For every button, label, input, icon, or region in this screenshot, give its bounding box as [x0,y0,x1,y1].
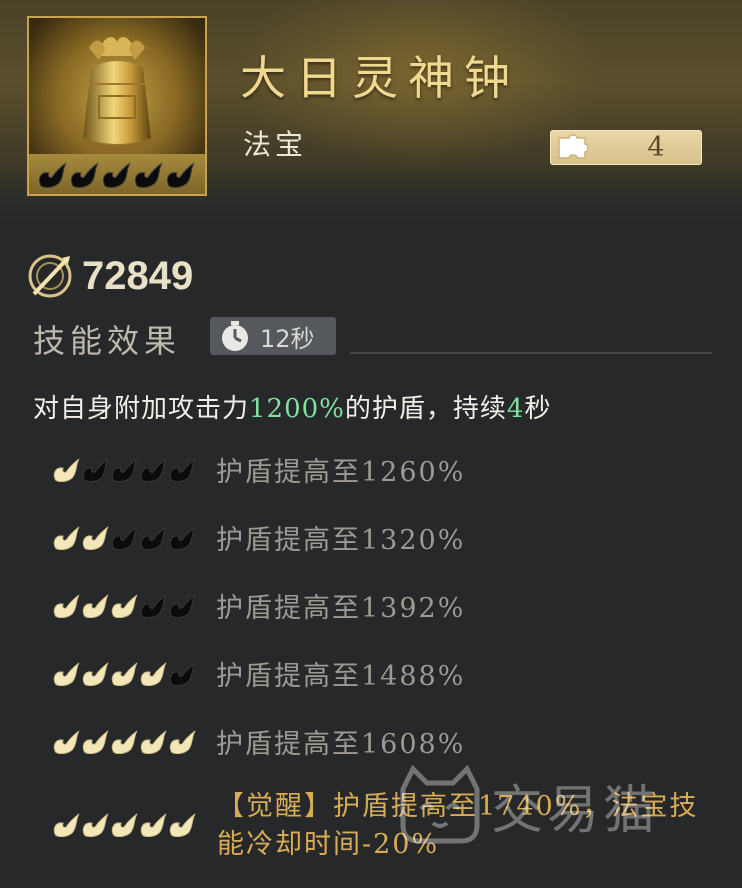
star-empty-icon [140,526,167,551]
star-filled-icon [111,662,138,687]
star-filled-icon [111,594,138,619]
skill-description: 对自身附加攻击力1200%的护盾，持续4秒 [33,388,551,425]
star-empty-icon [169,458,196,483]
star-filled-icon [169,730,196,755]
watermark: 交易猫 [395,765,659,845]
star-empty-icon [140,594,167,619]
upgrade-text: 护盾提高至1392% [216,593,466,624]
star-filled-icon [53,458,80,483]
star-empty-icon [102,162,131,188]
star-empty-icon [82,458,109,483]
upgrade-level-5: 护盾提高至1608% [52,722,465,761]
star-filled-icon [53,730,80,755]
star-filled-icon [169,813,196,838]
desc-shield-value: 1200% [249,394,345,424]
upgrade-text: 护盾提高至1608% [216,729,466,760]
star-rating [52,593,202,619]
skill-effect-label: 技能效果 [33,322,182,360]
item-type: 法宝 [243,128,308,161]
upgrade-level-3: 护盾提高至1392% [52,586,465,625]
star-empty-icon [38,162,67,188]
star-rating [52,729,202,755]
desc-part2: 的护盾，持续 [344,394,507,424]
awaken-star-rating [52,812,196,838]
desc-part1: 对自身附加攻击力 [33,394,250,424]
star-filled-icon [53,594,80,619]
star-filled-icon [140,730,167,755]
star-filled-icon [140,662,167,687]
star-empty-icon [111,526,138,551]
upgrade-text: 护盾提高至1260% [216,457,466,488]
star-empty-icon [140,458,167,483]
star-filled-icon [82,594,109,619]
star-rating [52,457,202,483]
star-filled-icon [111,813,138,838]
upgrade-level-1: 护盾提高至1260% [52,450,465,489]
star-empty-icon [134,162,163,188]
section-divider [350,352,712,354]
cooldown-value: 12秒 [260,324,315,353]
desc-duration-value: 4 [506,394,525,424]
star-filled-icon [53,662,80,687]
cat-logo-icon [400,765,480,844]
combat-power: 72849 [24,250,193,302]
star-empty-icon [111,458,138,483]
star-rating [52,525,202,551]
star-filled-icon [140,813,167,838]
puzzle-piece-icon [558,134,589,159]
item-name: 大日灵神钟 [240,51,520,105]
cooldown-badge: 12秒 [210,317,336,355]
star-filled-icon [82,526,109,551]
desc-part3: 秒 [524,394,552,424]
star-filled-icon [53,813,80,838]
star-empty-icon [169,594,196,619]
power-swirl-icon [28,254,72,298]
star-empty-icon [166,162,195,188]
star-empty-icon [169,662,196,687]
item-star-rating [29,154,205,194]
fragment-count: 4 [647,132,665,163]
star-filled-icon [82,730,109,755]
upgrade-text: 护盾提高至1320% [216,525,466,556]
combat-power-value: 72849 [82,253,194,298]
item-icon-frame [27,16,207,196]
star-rating [52,661,202,687]
upgrade-text: 护盾提高至1488% [216,661,466,692]
stopwatch-icon [222,321,248,351]
star-empty-icon [70,162,99,188]
upgrade-level-4: 护盾提高至1488% [52,654,465,693]
star-filled-icon [82,662,109,687]
star-empty-icon [169,526,196,551]
upgrade-level-2: 护盾提高至1320% [52,518,465,557]
star-filled-icon [53,526,80,551]
star-filled-icon [82,813,109,838]
watermark-text: 交易猫 [491,780,660,841]
fragment-count-badge: 4 [550,130,702,165]
golden-bell-icon [81,37,153,154]
star-filled-icon [111,730,138,755]
